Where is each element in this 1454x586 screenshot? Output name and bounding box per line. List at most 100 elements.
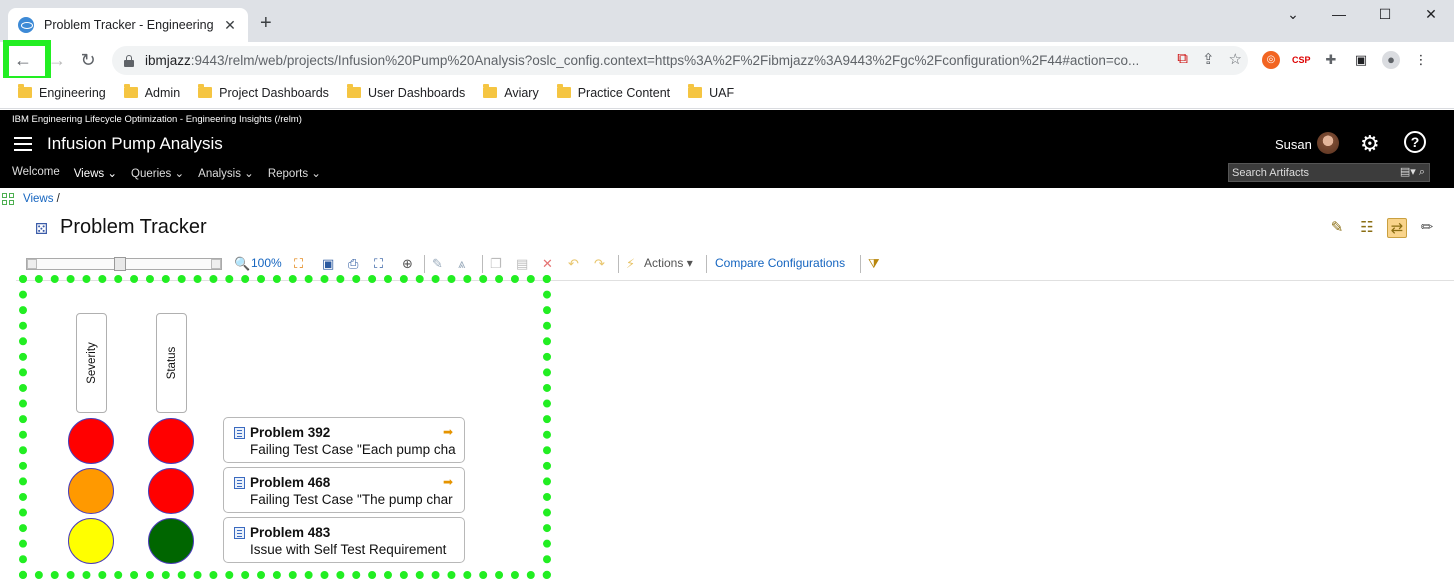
bookmark-star-icon[interactable]: ☆ <box>1229 50 1242 68</box>
actions-menu[interactable]: Actions ▾ <box>644 256 693 270</box>
problem-card[interactable]: Problem 392 ➡ Failing Test Case "Each pu… <box>223 417 465 463</box>
problem-description: Failing Test Case "The pump char <box>250 492 453 507</box>
link-arrow-icon[interactable]: ➡ <box>443 475 453 489</box>
problem-card[interactable]: Problem 483 Issue with Self Test Require… <box>223 517 465 563</box>
compare-configurations-link[interactable]: Compare Configurations <box>715 256 845 270</box>
tab-search-chevron-icon[interactable]: ⌄ <box>1270 6 1316 23</box>
copy-icon[interactable]: ❐ <box>490 256 502 272</box>
zoom-in-icon[interactable]: ⊕ <box>402 256 413 272</box>
maximize-button[interactable]: ☐ <box>1362 6 1408 23</box>
severity-indicator <box>68 518 114 564</box>
pin-icon[interactable]: ✎ <box>1327 218 1347 238</box>
jazz-favicon-icon <box>18 17 34 33</box>
slider-thumb[interactable] <box>114 257 126 271</box>
page-title: Problem Tracker <box>60 216 207 238</box>
bookmark-uaf[interactable]: UAF <box>688 83 734 100</box>
close-tab-icon[interactable]: ✕ <box>222 17 238 34</box>
grid-toggle-icon[interactable] <box>2 193 16 207</box>
search-scope-icon[interactable]: ▤▾ <box>1400 166 1416 178</box>
problem-title[interactable]: Problem 392 <box>250 425 330 440</box>
problem-title[interactable]: Problem 468 <box>250 475 330 490</box>
project-title: Infusion Pump Analysis <box>47 134 223 153</box>
bookmark-project-dashboards[interactable]: Project Dashboards <box>198 83 329 100</box>
slider-left-icon[interactable] <box>27 259 37 269</box>
status-column-header: Status <box>156 313 187 413</box>
browser-tab[interactable]: Problem Tracker - Engineering In ✕ <box>8 8 248 42</box>
menu-views[interactable]: Views ⌄ <box>74 166 117 180</box>
menu-reports[interactable]: Reports ⌄ <box>268 166 321 180</box>
filter-icon[interactable]: ⧩ <box>868 256 880 272</box>
undo-icon[interactable]: ↶ <box>568 256 579 272</box>
print-icon[interactable]: ⎙ <box>348 256 358 272</box>
new-tab-button[interactable]: + <box>260 13 272 33</box>
bookmark-practice-content[interactable]: Practice Content <box>556 83 670 100</box>
user-name[interactable]: Susan <box>1275 137 1312 152</box>
zoom-slider[interactable] <box>26 257 222 271</box>
bookmark-aviary[interactable]: Aviary <box>483 83 539 100</box>
lock-icon <box>124 54 134 67</box>
sync-icon[interactable]: ⇄ <box>1387 218 1407 238</box>
menu-welcome[interactable]: Welcome <box>12 166 60 180</box>
bookmark-admin[interactable]: Admin <box>123 83 180 100</box>
reload-icon[interactable]: ↻ <box>76 48 100 72</box>
app-header: IBM Engineering Lifecycle Optimization -… <box>0 110 1454 188</box>
breadcrumb-separator: / <box>56 193 60 205</box>
fit-selection-icon[interactable]: ⛶ <box>294 256 303 272</box>
redo-icon[interactable]: ↷ <box>594 256 605 272</box>
zoom-reset-icon[interactable]: 🔍 <box>234 256 250 272</box>
folder-icon <box>688 83 703 98</box>
artifact-icon <box>234 427 245 439</box>
breadcrumb-views-link[interactable]: Views <box>23 193 53 205</box>
fit-page-icon[interactable]: ⛶ <box>374 256 383 272</box>
bookmark-engineering[interactable]: Engineering <box>18 83 106 100</box>
bookmark-user-dashboards[interactable]: User Dashboards <box>346 83 465 100</box>
blocked-popup-icon[interactable]: ⧉ <box>1177 50 1188 68</box>
artifact-icon <box>234 477 245 489</box>
breadcrumb: Views / <box>23 193 60 205</box>
link-tool-icon[interactable]: ✎ <box>432 256 443 272</box>
menu-queries[interactable]: Queries ⌄ <box>131 166 184 180</box>
help-icon[interactable]: ? <box>1404 131 1426 153</box>
extensions-puzzle-icon[interactable]: ✚ <box>1322 51 1340 69</box>
delete-icon[interactable]: ✕ <box>542 256 553 272</box>
status-indicator <box>148 468 194 514</box>
problem-description: Failing Test Case "Each pump cha <box>250 442 456 457</box>
zoom-level[interactable]: 100% <box>251 256 282 270</box>
problem-card[interactable]: Problem 468 ➡ Failing Test Case "The pum… <box>223 467 465 513</box>
paste-icon[interactable]: ▤ <box>516 256 528 272</box>
side-panel-icon[interactable]: ▣ <box>1352 51 1370 69</box>
problem-title[interactable]: Problem 483 <box>250 525 330 540</box>
view-diagram-icon: ⚄ <box>35 221 49 238</box>
layout-icon[interactable]: ⩓ <box>458 256 465 272</box>
menu-analysis[interactable]: Analysis ⌄ <box>198 166 254 180</box>
minimize-button[interactable]: — <box>1316 6 1362 22</box>
app-subtitle: IBM Engineering Lifecycle Optimization -… <box>12 114 302 125</box>
hamburger-menu-icon[interactable] <box>14 137 32 151</box>
browser-toolbar: ← → ↻ ibmjazz:9443/relm/web/projects/Inf… <box>0 42 1454 78</box>
artifact-icon <box>234 527 245 539</box>
edit-pencil-icon[interactable]: ✏ <box>1417 218 1437 238</box>
more-menu-icon[interactable]: ⋮ <box>1412 51 1430 69</box>
severity-column-header: Severity <box>76 313 107 413</box>
share-icon[interactable]: ⇪ <box>1202 50 1215 68</box>
profile-avatar-icon[interactable]: ● <box>1382 51 1400 69</box>
status-indicator <box>148 418 194 464</box>
search-icon[interactable]: ⌕ <box>1419 166 1425 178</box>
close-window-button[interactable]: ✕ <box>1408 6 1454 23</box>
csp-extension-icon[interactable]: CSP <box>1292 51 1311 69</box>
address-bar[interactable]: ibmjazz:9443/relm/web/projects/Infusion%… <box>112 46 1248 75</box>
gear-icon[interactable]: ⚙ <box>1360 131 1380 157</box>
search-artifacts-input[interactable]: Search Artifacts ▤▾ ⌕ <box>1228 163 1430 182</box>
app-menu: Welcome Views ⌄ Queries ⌄ Analysis ⌄ Rep… <box>12 166 321 180</box>
link-arrow-icon[interactable]: ➡ <box>443 425 453 439</box>
status-indicator <box>148 518 194 564</box>
overview-icon[interactable]: ▣ <box>322 256 334 272</box>
properties-icon[interactable]: ☷ <box>1357 218 1377 238</box>
slider-right-icon[interactable] <box>211 259 221 269</box>
tab-title: Problem Tracker - Engineering In <box>44 18 216 32</box>
extension-orange-icon[interactable]: ◎ <box>1262 51 1280 69</box>
severity-indicator <box>68 468 114 514</box>
avatar[interactable] <box>1317 132 1339 154</box>
folder-icon <box>346 83 361 98</box>
bookmarks-bar: Engineering Admin Project Dashboards Use… <box>0 78 1454 109</box>
